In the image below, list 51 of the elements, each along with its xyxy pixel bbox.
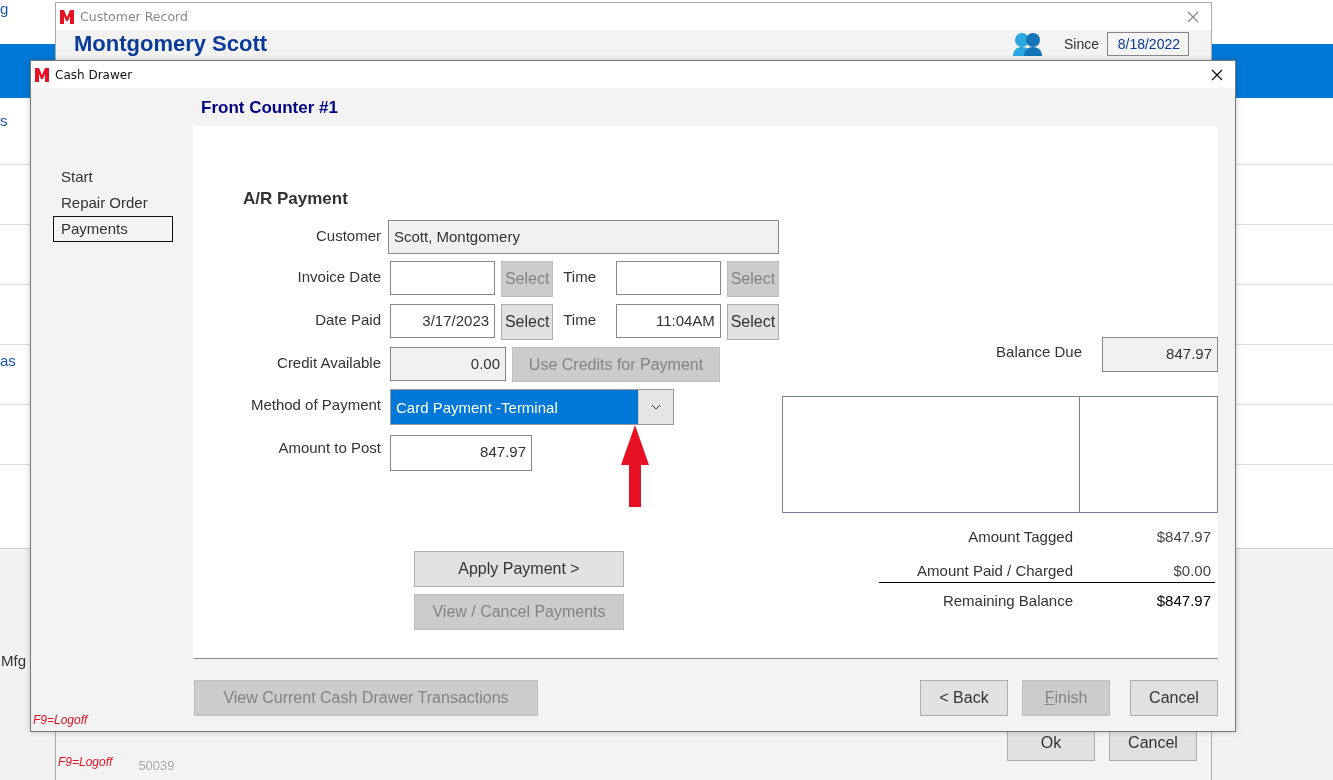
cut-off-text: s — [0, 112, 8, 129]
field-label: Time — [562, 267, 597, 285]
amount-field[interactable]: 847.97 — [390, 435, 532, 471]
credit-field: 0.00 — [390, 347, 506, 381]
customer-field: Scott, Montgomery — [388, 220, 779, 254]
payment-method-dropdown[interactable]: Card Payment -Terminal — [390, 389, 674, 425]
field-label: Amount to Post — [277, 438, 381, 456]
field-label: Balance Due — [996, 342, 1082, 362]
since-date-field[interactable]: 8/18/2022 — [1107, 32, 1189, 56]
total-value: $847.97 — [1155, 591, 1211, 609]
window-title: Cash Drawer — [55, 67, 133, 82]
app-logo-icon — [34, 66, 50, 83]
total-label: Amount Tagged — [967, 527, 1073, 545]
wizard-button[interactable]: Cancel — [1130, 680, 1218, 716]
chevron-down-icon — [651, 404, 661, 410]
nav-item[interactable]: Start — [53, 164, 173, 190]
date-field[interactable] — [390, 261, 496, 295]
date-field[interactable]: 3/17/2023 — [390, 304, 496, 338]
total-label: Amount Paid / Charged — [916, 561, 1073, 579]
since-label: Since — [1063, 36, 1099, 52]
total-label: Remaining Balance — [941, 591, 1073, 609]
section-title: A/R Payment — [243, 189, 349, 209]
select-button[interactable]: Select — [501, 304, 554, 340]
customer-name: Montgomery Scott — [74, 31, 268, 57]
field-label: Invoice Date — [296, 267, 381, 285]
nav-item[interactable]: Payments — [53, 216, 173, 242]
field-label: Time — [562, 310, 597, 328]
select-button[interactable]: Select — [726, 304, 779, 340]
page-heading: Front Counter #1 — [200, 97, 339, 119]
field-label: Method of Payment — [249, 395, 381, 413]
total-value: $847.97 — [1155, 527, 1211, 545]
wizard-button[interactable]: < Back — [920, 680, 1008, 716]
cut-off-text: as — [0, 352, 16, 369]
time-field[interactable]: 11:04AM — [615, 304, 721, 338]
close-icon[interactable] — [1211, 68, 1223, 81]
hotkey-hint: F9=Logoff — [33, 713, 90, 727]
total-value: $0.00 — [1172, 561, 1211, 579]
field-label: Date Paid — [314, 310, 381, 328]
cut-off-text: g — [0, 0, 9, 17]
field-label: Customer — [314, 226, 381, 244]
record-number: 50039 — [138, 758, 175, 773]
time-field[interactable] — [615, 261, 721, 295]
hotkey-hint: F9=Logoff — [58, 755, 113, 769]
people-icon[interactable] — [1011, 32, 1044, 56]
app-logo-icon — [59, 8, 75, 25]
window-title: Customer Record — [80, 9, 188, 24]
cut-off-text: Mfg — [1, 652, 26, 669]
action-button[interactable]: Apply Payment > — [414, 551, 624, 587]
nav-item[interactable]: Repair Order — [53, 190, 173, 216]
balance-due-field: 847.97 — [1102, 337, 1218, 372]
field-label: Credit Available — [276, 353, 381, 371]
